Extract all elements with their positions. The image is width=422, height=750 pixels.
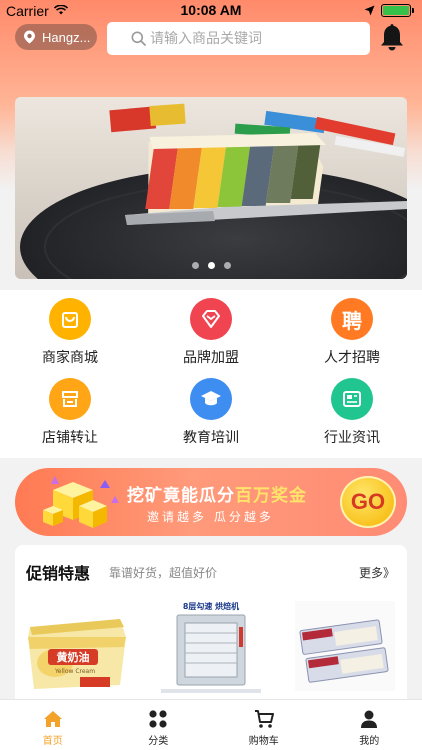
grid-item-label: 行业资讯 <box>324 430 380 446</box>
bottom-tab-bar: 首页 分类 购物车 我的 <box>0 699 422 750</box>
promo-subtitle: 邀请越多 瓜分越多 <box>147 510 274 524</box>
section-title: 促销特惠 <box>26 564 91 583</box>
butter-tub-image: 黄奶油 Yellow Cream <box>28 619 126 689</box>
store-icon <box>49 378 91 420</box>
promo-go-button[interactable]: GO <box>340 476 396 528</box>
city-selector[interactable]: Hangz... <box>15 24 97 50</box>
category-grid: 商家商城 品牌加盟 聘 人才招聘 店铺转让 教育培训 行业资讯 <box>0 290 422 458</box>
tab-label: 首页 <box>42 736 63 747</box>
more-link[interactable]: 更多》 <box>359 564 395 581</box>
news-icon <box>331 378 373 420</box>
grid-item-store-transfer[interactable]: 店铺转让 <box>0 378 140 448</box>
tab-category[interactable]: 分类 <box>106 700 212 750</box>
baking-oven-image: 8层勾速 烘焙机 <box>161 601 261 693</box>
butter-sub-label: Yellow Cream <box>54 668 95 675</box>
tab-label: 我的 <box>359 736 380 747</box>
tab-label: 购物车 <box>248 736 279 747</box>
carousel-dot-active[interactable] <box>207 262 215 269</box>
shopping-bag-icon <box>49 298 91 340</box>
grid-item-merchant-mall[interactable]: 商家商城 <box>0 298 140 368</box>
recruit-icon: 聘 <box>331 298 373 340</box>
cheese-packs-image <box>295 601 395 691</box>
section-subtitle: 靠谱好货，超值好价 <box>109 566 218 580</box>
city-name: Hangz... <box>42 29 91 45</box>
search-bar[interactable] <box>107 22 370 55</box>
search-icon <box>131 31 146 46</box>
location-arrow-icon <box>364 5 375 16</box>
product-cheese[interactable] <box>287 597 399 697</box>
banner-carousel[interactable] <box>15 97 407 279</box>
cake-photo <box>15 97 407 279</box>
promotions-section: 促销特惠 靠谱好货，超值好价 更多》 黄奶油 Yellow Cream 8层勾速… <box>15 545 407 710</box>
grid-item-label: 商家商城 <box>42 350 98 366</box>
carousel-dot[interactable] <box>191 262 199 269</box>
notification-bell-icon[interactable] <box>378 22 406 52</box>
mining-promo-banner[interactable]: 挖矿竟能瓜分百万奖金 邀请越多 瓜分越多 GO <box>15 468 407 536</box>
grid-item-industry-news[interactable]: 行业资讯 <box>282 378 422 448</box>
grid-item-recruitment[interactable]: 聘 人才招聘 <box>282 298 422 368</box>
battery-icon <box>381 4 414 17</box>
tab-home[interactable]: 首页 <box>0 700 106 750</box>
grid-item-label: 店铺转让 <box>42 430 98 446</box>
butter-label: 黄奶油 <box>57 650 90 664</box>
tab-cart[interactable]: 购物车 <box>211 700 317 750</box>
clock: 10:08 AM <box>180 2 242 18</box>
carousel-dots <box>15 262 407 269</box>
grid-item-label: 品牌加盟 <box>183 350 239 366</box>
product-oven[interactable]: 8层勾速 烘焙机 <box>155 597 267 697</box>
tab-profile[interactable]: 我的 <box>317 700 422 750</box>
grid-item-label: 人才招聘 <box>324 350 380 366</box>
profile-icon <box>361 710 378 728</box>
oven-label: 8层勾速 烘焙机 <box>183 601 239 611</box>
location-pin-icon <box>24 30 35 44</box>
cart-icon <box>254 710 274 728</box>
grid-item-education[interactable]: 教育培训 <box>141 378 281 448</box>
category-icon <box>149 710 167 728</box>
carousel-dot[interactable] <box>223 262 231 269</box>
product-butter[interactable]: 黄奶油 Yellow Cream <box>20 597 132 697</box>
gold-cubes-illustration <box>43 476 119 528</box>
home-icon <box>43 711 62 727</box>
grid-item-label: 教育培训 <box>183 430 239 446</box>
status-bar: Carrier 10:08 AM <box>0 0 422 22</box>
grid-item-brand-franchise[interactable]: 品牌加盟 <box>141 298 281 368</box>
promo-title: 挖矿竟能瓜分百万奖金 <box>127 486 307 506</box>
tab-label: 分类 <box>148 736 169 747</box>
diamond-icon <box>190 298 232 340</box>
graduation-cap-icon <box>190 378 232 420</box>
search-input[interactable] <box>150 30 350 47</box>
